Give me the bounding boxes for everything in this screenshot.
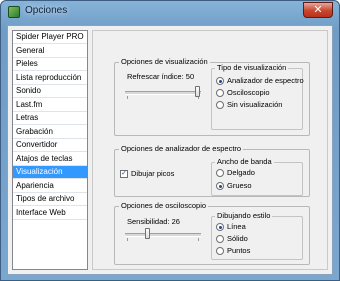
- close-button[interactable]: ✕: [303, 2, 333, 18]
- sidebar-item-letras[interactable]: Letras: [13, 112, 87, 125]
- app-icon: [8, 6, 20, 18]
- refresh-rate-label: Refrescar índice: 50: [127, 72, 195, 81]
- radio-line[interactable]: [216, 223, 224, 231]
- bandwidth-title: Ancho de banda: [215, 157, 274, 166]
- line-label: Línea: [227, 222, 246, 231]
- visualization-type-group: Tipo de visualización Analizador de espe…: [211, 63, 304, 130]
- sidebar-item-visualizacion[interactable]: Visualización: [13, 166, 87, 179]
- slider-tick: [127, 238, 128, 241]
- oscilloscope-options-title: Opciones de osciloscopio: [119, 201, 209, 210]
- visualization-type-title: Tipo de visualización: [215, 63, 289, 72]
- spectrum-options-title: Opciones de analizador de espectro: [119, 144, 244, 153]
- title-bar[interactable]: Opciones ✕: [1, 1, 339, 25]
- oscilloscope-options-group: Opciones de osciloscopio Sensibilidad: 2…: [114, 201, 310, 265]
- no-visualization-label: Sin visualización: [227, 100, 283, 109]
- sidebar-item-lastfm[interactable]: Last.fm: [13, 99, 87, 112]
- drawing-style-group: Dibujando estilo Línea Sólido Puntos: [211, 211, 303, 260]
- radio-points[interactable]: [216, 247, 224, 255]
- thick-label: Grueso: [227, 181, 252, 190]
- options-window: Opciones ✕ Spider Player PRO General Pie…: [0, 0, 340, 281]
- radio-solid[interactable]: [216, 235, 224, 243]
- settings-panel: Opciones de visualización Refrescar índi…: [92, 30, 328, 270]
- sidebar-item-pieles[interactable]: Pieles: [13, 58, 87, 71]
- dialog-client-area: Spider Player PRO General Pieles Lista r…: [7, 25, 333, 275]
- visualization-options-group: Opciones de visualización Refrescar índi…: [114, 57, 310, 136]
- radio-thick[interactable]: [216, 182, 224, 190]
- bandwidth-group: Ancho de banda Delgado Grueso: [211, 157, 303, 196]
- spectrum-analyzer-label: Analizador de espectro: [227, 76, 304, 85]
- thin-label: Delgado: [227, 168, 255, 177]
- sidebar-item-grabacion[interactable]: Grabación: [13, 126, 87, 139]
- sensitivity-slider-thumb[interactable]: [145, 228, 150, 239]
- draw-peaks-label: Dibujar picos: [131, 169, 175, 178]
- oscilloscope-label: Osciloscopio: [227, 88, 270, 97]
- sidebar-item-general[interactable]: General: [13, 45, 87, 58]
- sidebar-item-atajos-de-teclas[interactable]: Atajos de teclas: [13, 153, 87, 166]
- draw-peaks-checkbox[interactable]: ✓: [120, 170, 128, 178]
- sensitivity-slider[interactable]: [125, 233, 201, 237]
- sidebar-item-apariencia[interactable]: Apariencia: [13, 180, 87, 193]
- categories-list[interactable]: Spider Player PRO General Pieles Lista r…: [12, 30, 88, 270]
- refresh-rate-slider[interactable]: [125, 91, 201, 95]
- slider-tick: [127, 96, 128, 99]
- window-title: Opciones: [25, 5, 68, 16]
- sidebar-item-sonido[interactable]: Sonido: [13, 85, 87, 98]
- solid-label: Sólido: [227, 234, 248, 243]
- sidebar-item-convertidor[interactable]: Convertidor: [13, 139, 87, 152]
- sidebar-item-tipos-de-archivo[interactable]: Tipos de archivo: [13, 193, 87, 206]
- sidebar-item-lista-reproduccion[interactable]: Lista reproducción: [13, 72, 87, 85]
- refresh-rate-slider-thumb[interactable]: [195, 86, 200, 97]
- radio-oscilloscope[interactable]: [216, 89, 224, 97]
- radio-no-visualization[interactable]: [216, 101, 224, 109]
- drawing-style-title: Dibujando estilo: [215, 211, 273, 220]
- radio-thin[interactable]: [216, 169, 224, 177]
- sensitivity-label: Sensibilidad: 26: [127, 217, 180, 226]
- radio-spectrum-analyzer[interactable]: [216, 77, 224, 85]
- sidebar-item-interface-web[interactable]: Interface Web: [13, 207, 87, 220]
- spectrum-options-group: Opciones de analizador de espectro ✓ Dib…: [114, 144, 310, 197]
- points-label: Puntos: [227, 246, 251, 255]
- sidebar-item-spider-player-pro[interactable]: Spider Player PRO: [13, 31, 87, 44]
- visualization-options-title: Opciones de visualización: [119, 57, 210, 66]
- slider-tick: [198, 238, 199, 241]
